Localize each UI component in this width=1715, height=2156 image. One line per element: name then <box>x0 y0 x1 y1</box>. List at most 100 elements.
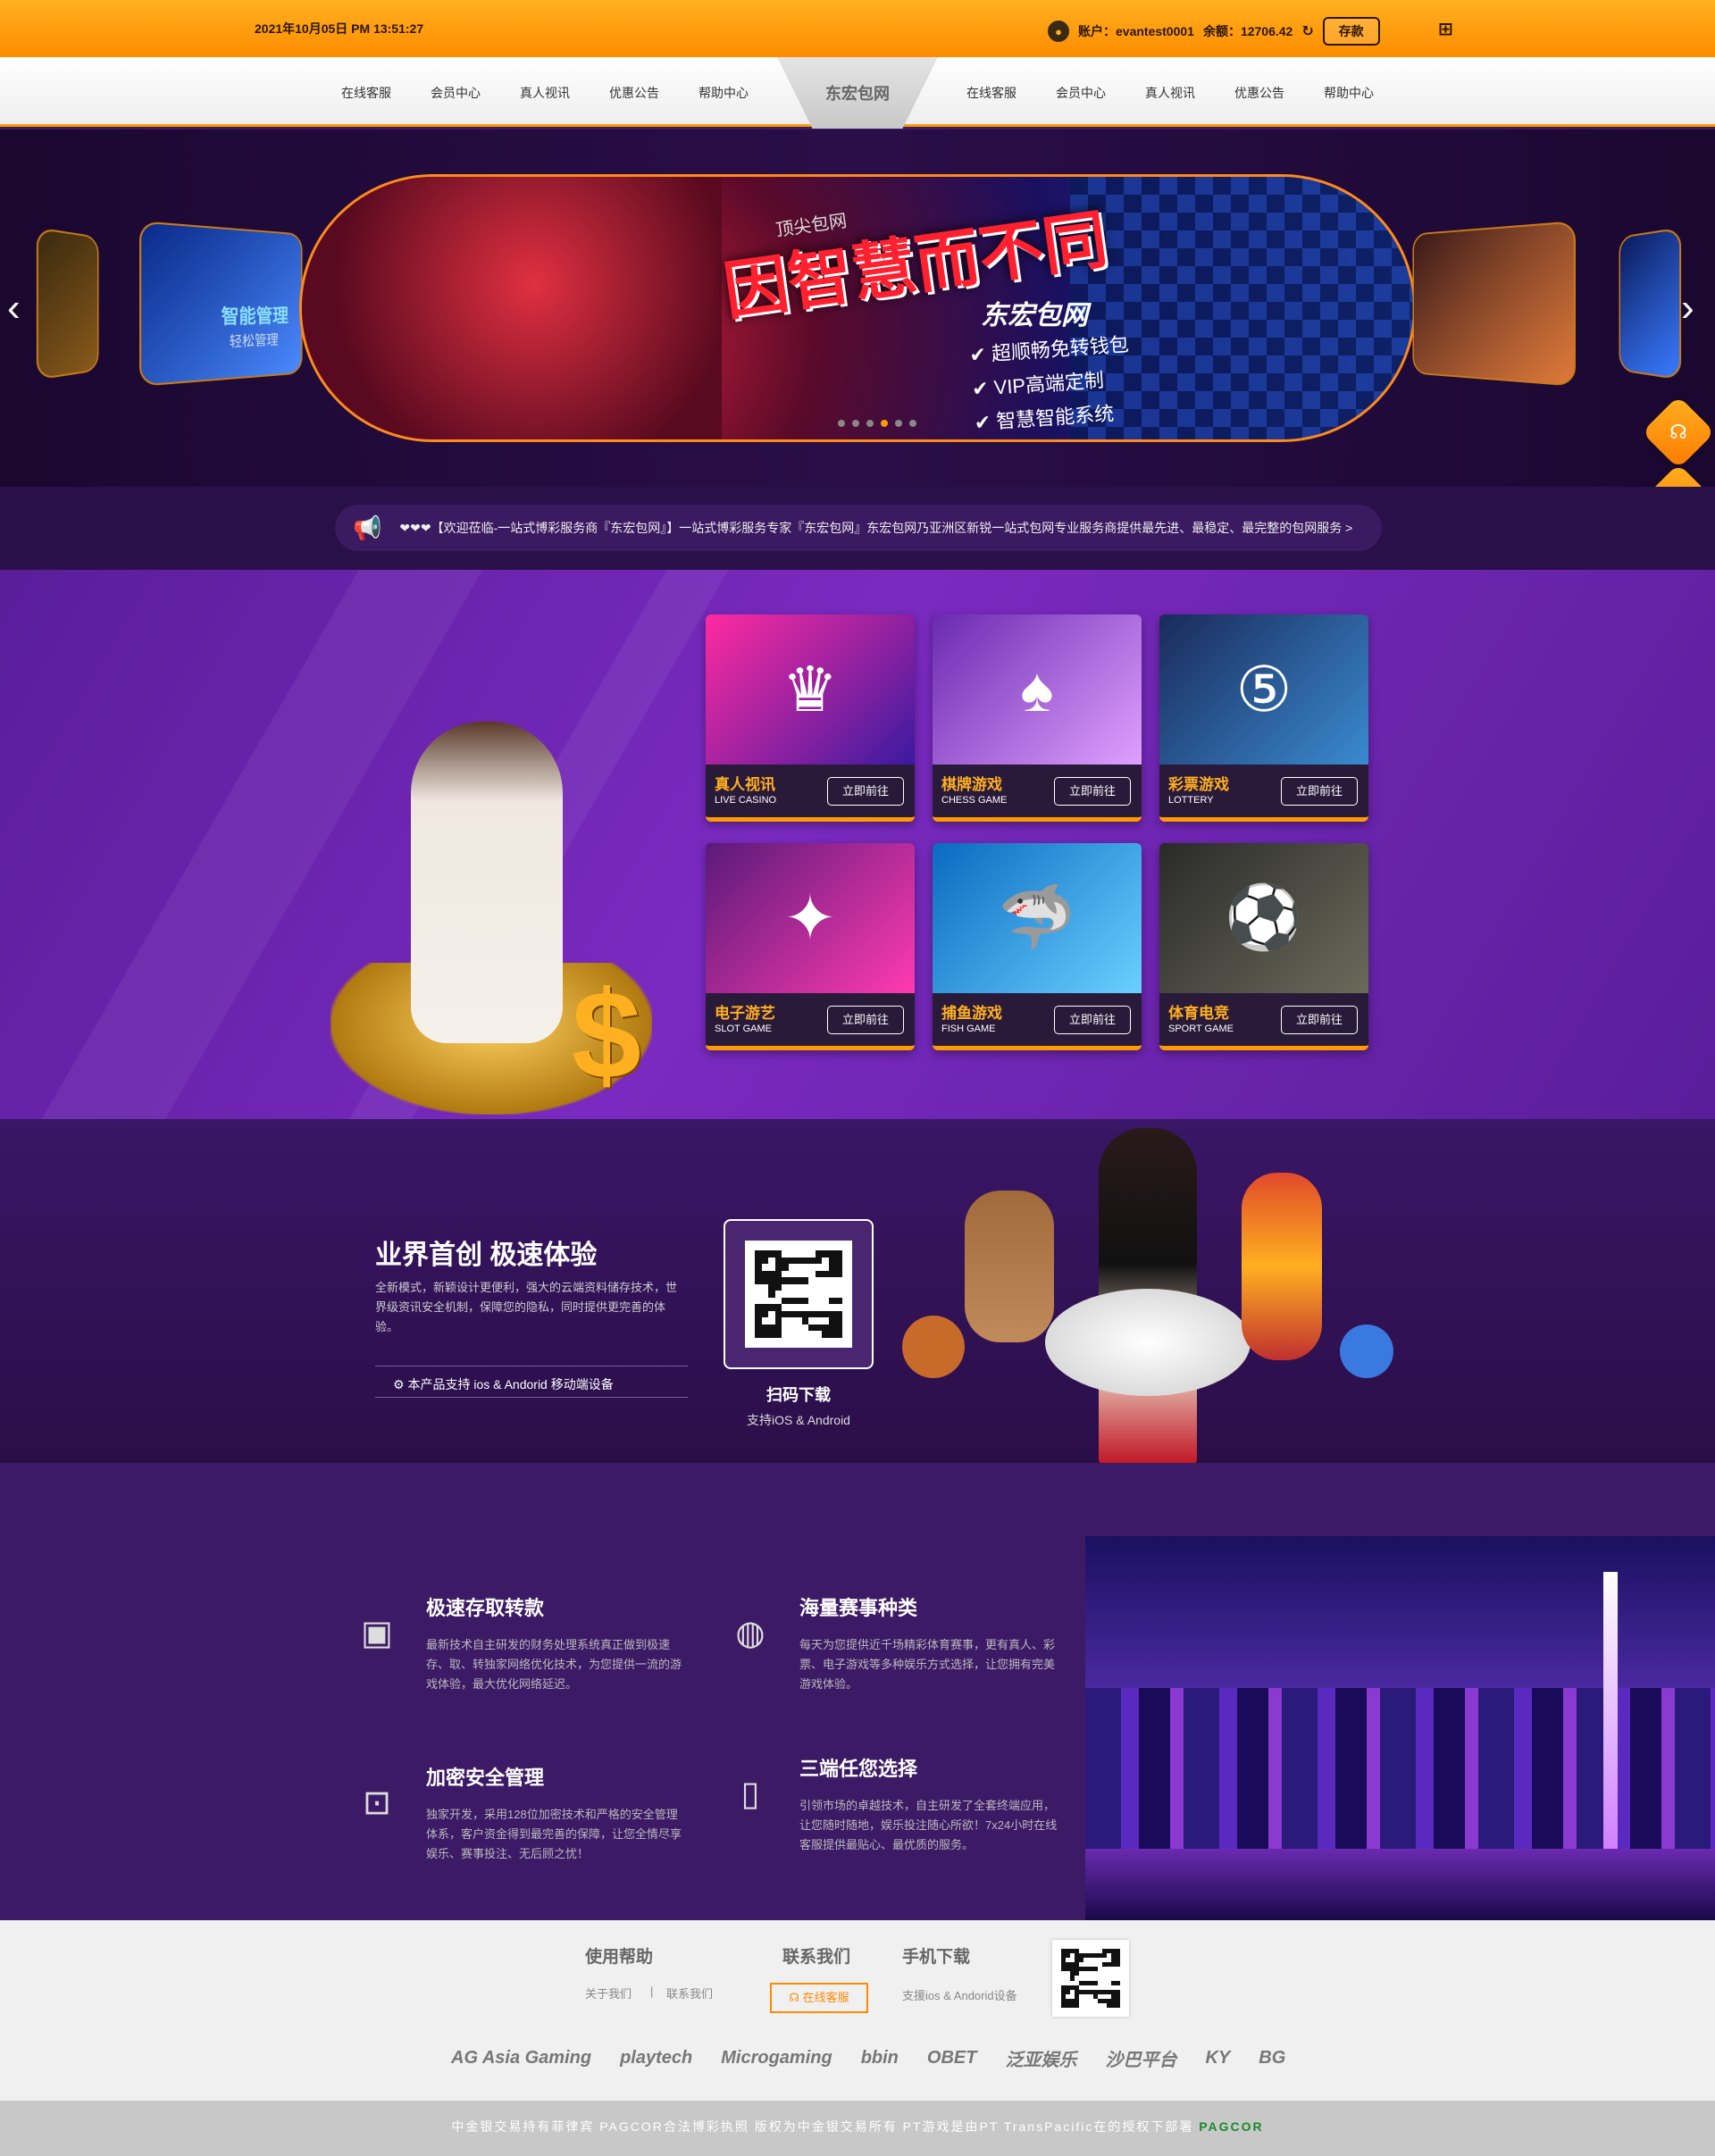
game-subtitle: SPORT GAME <box>1168 1024 1234 1034</box>
shark-icon: 🦈 <box>933 843 1142 993</box>
nav-right-member[interactable]: 会员中心 <box>1056 84 1106 102</box>
android-apple-icon: ⚙ <box>393 1377 408 1391</box>
contact-link[interactable]: 联系我们 <box>666 1985 713 2001</box>
game-card[interactable]: 🦈 捕鱼游戏 FISH GAME 立即前往 <box>933 843 1142 1050</box>
model-figure <box>411 722 563 1043</box>
account-label: 账户：evantest0001 <box>1078 24 1194 38</box>
qr-sub: 支持iOS & Android <box>747 1413 850 1427</box>
lock-icon: ⊡ <box>363 1784 391 1822</box>
go-now-button[interactable]: 立即前往 <box>1281 777 1358 806</box>
carousel-dot[interactable] <box>909 420 916 427</box>
mobile-icon: ▯ <box>740 1775 760 1813</box>
qr-frame[interactable] <box>724 1219 874 1369</box>
nav-right-kefu[interactable]: 在线客服 <box>966 84 1016 102</box>
feature-item: ⊡ 加密安全管理 独家开发，采用128位加密技术和严格的安全管理体系，客户资金得… <box>363 1762 685 1864</box>
slot-hero-icon: ✦ <box>706 843 915 993</box>
game-subtitle: LIVE CASINO <box>715 795 777 806</box>
go-now-button[interactable]: 立即前往 <box>1054 777 1131 806</box>
feature-item: ◍ 海量赛事种类 每天为您提供近千场精彩体育赛事，更有真人、彩票、电子游戏等多种… <box>735 1592 1058 1694</box>
app-download-section: 业界首创 极速体验 全新模式，新颖设计更便利，强大的云端资料储存技术，世界级资讯… <box>0 1119 1715 1467</box>
game-card[interactable]: ♠ 棋牌游戏 CHESS GAME 立即前往 <box>933 614 1142 822</box>
user-icon[interactable]: ● <box>1048 21 1069 42</box>
notice-marquee[interactable]: 📢 ❤❤❤【欢迎莅临-一站式博彩服务商『东宏包网』】一站式博彩服务专家『东宏包网… <box>335 505 1382 551</box>
feature-title: 加密安全管理 <box>426 1767 545 1789</box>
carousel-dot[interactable] <box>838 420 845 427</box>
nav-right-help[interactable]: 帮助中心 <box>1324 84 1374 102</box>
nav-left-promo[interactable]: 优惠公告 <box>609 84 659 102</box>
nav-left-kefu[interactable]: 在线客服 <box>341 84 391 102</box>
feature-item: ▣ 极速存取转款 最新技术自主研发的财务处理系统真正做到极速存、取、转独家网络优… <box>361 1592 685 1694</box>
footer-qr[interactable] <box>1052 1940 1129 2017</box>
go-now-button[interactable]: 立即前往 <box>827 1006 904 1034</box>
carousel-dots <box>838 420 916 427</box>
go-now-button[interactable]: 立即前往 <box>827 777 904 806</box>
game-title: 棋牌游戏 <box>941 776 1002 793</box>
water-reflection <box>1085 1849 1715 1920</box>
feature-title: 海量赛事种类 <box>799 1597 918 1619</box>
game-card[interactable]: ⚽ 体育电竞 SPORT GAME 立即前往 <box>1159 843 1368 1050</box>
lottery-ball-icon: ⑤ <box>1159 614 1368 765</box>
refresh-icon[interactable]: ↻ <box>1301 22 1313 40</box>
ox-mascot <box>902 1316 965 1378</box>
white-chair <box>1045 1289 1251 1396</box>
nav-left-member[interactable]: 会员中心 <box>431 84 481 102</box>
kefu-label: 在线客服 <box>802 1991 849 2004</box>
game-card[interactable]: ✦ 电子游艺 SLOT GAME 立即前往 <box>706 843 915 1050</box>
footer: 使用帮助 关于我们 | 联系我们 联系我们 ☊ 在线客服 手机下载 支援ios … <box>0 1920 1715 2101</box>
feature-item: ▯ 三端任您选择 引领市场的卓越技术，自主研发了全套终端应用，让您随时随地，娱乐… <box>741 1753 1058 1855</box>
provider-logo: Microgaming <box>721 2048 832 2068</box>
games-section: $ ♛ 真人视讯 LIVE CASINO 立即前往 ♠ 棋牌游戏 CHESS GAME 立即前… <box>0 570 1715 1119</box>
game-title: 彩票游戏 <box>1168 776 1229 793</box>
game-card[interactable]: ⑤ 彩票游戏 LOTTERY 立即前往 <box>1159 614 1368 822</box>
side-card-sub: 轻松管理 <box>229 333 279 350</box>
carousel-dot[interactable] <box>852 420 859 427</box>
buildings <box>1085 1688 1715 1849</box>
grid-menu-icon[interactable]: ⊞ <box>1438 18 1453 40</box>
about-link[interactable]: 关于我们 <box>585 1985 632 2001</box>
carousel-dot[interactable] <box>866 420 874 427</box>
footer-help-title: 使用帮助 <box>585 1948 654 1967</box>
banner-main-slide[interactable]: 顶尖包网 因智慧而不同 东宏包网 超顺畅免转钱包 VIP高端定制 智慧智能系统 <box>299 174 1416 442</box>
float-support[interactable]: ☊ <box>1641 395 1715 470</box>
qr-code <box>752 1248 845 1341</box>
deposit-button[interactable]: 存款 <box>1322 17 1380 46</box>
nav-right-promo[interactable]: 优惠公告 <box>1234 84 1284 102</box>
banner-side-card-left[interactable]: 智能管理 轻松管理 <box>139 221 303 387</box>
carousel-next-icon[interactable]: › <box>1681 286 1694 330</box>
provider-logos: AG Asia Gaming playtech Microgaming bbin… <box>451 2045 1285 2071</box>
banner-side-card-right[interactable] <box>1412 221 1576 387</box>
race-car-art <box>302 177 722 439</box>
qr-code <box>1058 1946 1123 2010</box>
headset-icon: ☊ <box>789 1991 803 2004</box>
provider-logo: 沙巴平台 <box>1105 2051 1177 2070</box>
game-subtitle: CHESS GAME <box>941 795 1008 806</box>
banner-side-card-far-left[interactable] <box>36 227 99 380</box>
banner-side-card-far-right[interactable] <box>1619 227 1682 380</box>
live-dealer-icon: ♛ <box>706 614 915 765</box>
banner-brand: 东宏包网 <box>981 301 1088 330</box>
feature-desc: 最新技术自主研发的财务处理系统真正做到极速存、取、转独家网络优化技术，为您提供一… <box>426 1638 682 1691</box>
provider-logo: 泛亚娱乐 <box>1005 2051 1077 2070</box>
nav-right-live[interactable]: 真人视讯 <box>1145 84 1195 102</box>
carousel-dot-active[interactable] <box>881 420 888 427</box>
game-subtitle: FISH GAME <box>941 1024 996 1034</box>
go-now-button[interactable]: 立即前往 <box>1054 1006 1131 1034</box>
pagcor-logo: PAGCOR <box>1199 2119 1264 2134</box>
soccer-player-icon: ⚽ <box>1159 843 1368 993</box>
datetime: 2021年10月05日 PM 13:51:27 <box>255 21 424 36</box>
balance-label: 余额：12706.42 <box>1202 24 1293 38</box>
nav-left-live[interactable]: 真人视讯 <box>520 84 570 102</box>
go-now-button[interactable]: 立即前往 <box>1281 1006 1358 1034</box>
nav-left-help[interactable]: 帮助中心 <box>699 84 749 102</box>
provider-logo: BG <box>1259 2048 1286 2068</box>
carousel-dot[interactable] <box>895 420 902 427</box>
provider-logo: bbin <box>860 2048 899 2068</box>
logo-text: 东宏包网 <box>825 85 890 103</box>
game-card[interactable]: ♛ 真人视讯 LIVE CASINO 立即前往 <box>706 614 915 822</box>
top-bar: 2021年10月05日 PM 13:51:27 ● 账户：evantest000… <box>0 0 1715 57</box>
game-subtitle: SLOT GAME <box>715 1024 772 1034</box>
online-support-button[interactable]: ☊ 在线客服 <box>770 1983 868 2013</box>
hero-banner: 智能管理 轻松管理 顶尖包网 因智慧而不同 东宏包网 超顺畅免转钱包 VIP高端… <box>0 130 1715 487</box>
carousel-prev-icon[interactable]: ‹ <box>7 286 21 330</box>
promo-model-art: $ <box>277 623 688 1115</box>
